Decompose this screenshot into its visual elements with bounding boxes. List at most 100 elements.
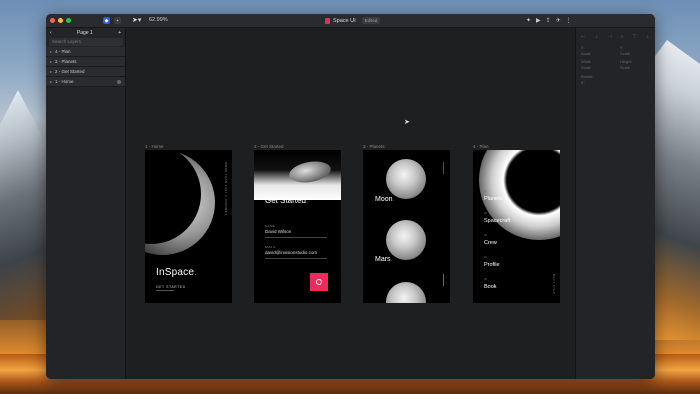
- scroll-indicator: [443, 162, 444, 174]
- alignment-icons: ⊢ ⊥ ⊣ ≡ ⊤ ⊥: [581, 34, 650, 40]
- email-label: EMAIL: [265, 245, 277, 249]
- layers-toggle-icon[interactable]: ◆: [103, 17, 110, 24]
- publish-icon[interactable]: ✈: [556, 17, 561, 24]
- layer-item[interactable]: ▸ 1 - Home: [46, 77, 125, 87]
- inspector-panel: ⊢ ⊥ ⊣ ≡ ⊤ ⊥ X Scale Y Scale Width Scale Height Sc…: [575, 28, 655, 379]
- align-top-icon[interactable]: ⊤: [632, 34, 636, 40]
- menu-item-profile[interactable]: Profile: [484, 262, 500, 268]
- align-bottom-icon[interactable]: ⊥: [646, 34, 650, 40]
- height-field[interactable]: Scale: [620, 65, 650, 70]
- home-marker-icon: [117, 79, 121, 84]
- title-accent: .: [194, 267, 198, 278]
- x-field[interactable]: Scale: [581, 51, 611, 56]
- distribute-icon[interactable]: ≡: [621, 34, 624, 40]
- artboard-label-plan[interactable]: 4 - Plan: [473, 144, 489, 149]
- artboard-get-started[interactable]: Get Started. NAME David Wilson EMAIL dav…: [254, 150, 341, 303]
- artboard-plan[interactable]: 01 Planets 02 Spacecraft 03 Crew 04 Prof…: [473, 150, 560, 303]
- y-field[interactable]: Scale: [620, 51, 650, 56]
- menu-item-planets[interactable]: Planets: [484, 196, 502, 202]
- menu-number: 05: [484, 278, 487, 281]
- size-row: Width Scale Height Scale: [581, 59, 650, 70]
- eclipse-image: [479, 150, 560, 240]
- mars-planet-image: [386, 220, 426, 260]
- caret-right-icon[interactable]: ▸: [50, 49, 52, 54]
- align-right-icon[interactable]: ⊣: [607, 34, 611, 40]
- edited-badge: Edited: [361, 17, 381, 24]
- zoom-level[interactable]: 62.99%: [149, 17, 168, 23]
- mars-text: Mars: [375, 256, 391, 263]
- minimize-button[interactable]: [58, 18, 63, 23]
- caret-right-icon[interactable]: ▸: [50, 59, 52, 64]
- caret-right-icon[interactable]: ▸: [50, 69, 52, 74]
- more-icon[interactable]: ⋮: [566, 17, 572, 24]
- document-title-area: Space UI Edited: [325, 17, 381, 24]
- title-accent: .: [390, 256, 393, 263]
- layer-item[interactable]: ▸ 2 - Get Started: [46, 67, 125, 77]
- layers-panel: ‹ Page 1 + ▸ 4 - Plan ▸ 3 - Planets ▸ 2 …: [46, 28, 126, 379]
- name-underline: [265, 237, 327, 238]
- zoom-button[interactable]: [66, 18, 71, 23]
- name-field[interactable]: David Wilson: [265, 229, 291, 234]
- traffic-lights: [50, 18, 71, 23]
- menu-item-spacecraft[interactable]: Spacecraft: [484, 218, 510, 224]
- components-toggle-icon[interactable]: ▪: [114, 17, 121, 24]
- tagline-vertical: MORE THAN JUST A JOURNEY: [224, 162, 228, 216]
- get-started-link[interactable]: GET STARTED: [156, 285, 186, 289]
- rotate-label: Rotate: [581, 74, 593, 79]
- layer-item[interactable]: ▸ 3 - Planets: [46, 57, 125, 67]
- back-arrow-icon[interactable]: ‹: [50, 30, 52, 36]
- y-label: Y: [620, 45, 623, 50]
- artboard-label-planets[interactable]: 3 - Planets: [363, 144, 385, 149]
- prototype-icon[interactable]: ✦: [526, 17, 531, 24]
- moon-planet-image: [386, 159, 426, 199]
- app-window: ◆ ▪ ➤▾ 62.99% Space UI Edited ✦ ▶ ⇪ ✈ ⋮ …: [46, 14, 655, 379]
- close-button[interactable]: [50, 18, 55, 23]
- layer-label: 1 - Home: [55, 79, 74, 84]
- align-left-icon[interactable]: ⊢: [581, 34, 585, 40]
- align-center-icon[interactable]: ⊥: [594, 34, 598, 40]
- width-label: Width: [581, 59, 592, 64]
- cta-underline: [156, 290, 174, 291]
- artboard-home[interactable]: MORE THAN JUST A JOURNEY InSpace. GET ST…: [145, 150, 232, 303]
- position-row: X Scale Y Scale: [581, 45, 650, 56]
- x-label: X: [581, 45, 584, 50]
- select-tool-icon[interactable]: ➤▾: [132, 16, 141, 24]
- title-bar: ◆ ▪ ➤▾ 62.99% Space UI Edited ✦ ▶ ⇪ ✈ ⋮: [46, 14, 655, 28]
- menu-item-book[interactable]: Book: [484, 284, 497, 290]
- email-underline: [265, 258, 327, 259]
- title-accent: .: [305, 196, 309, 205]
- email-field[interactable]: david@invisionstudio.com: [265, 250, 317, 255]
- canvas[interactable]: ➤ 1 - Home MORE THAN JUST A JOURNEY InSp…: [126, 28, 575, 379]
- title-accent: .: [392, 196, 395, 203]
- moon-label: Moon.: [375, 196, 394, 203]
- width-field[interactable]: Scale: [581, 65, 611, 70]
- get-started-title: Get Started.: [265, 196, 325, 205]
- fingerprint-button[interactable]: [310, 273, 328, 291]
- next-step-vertical: NEXT STEP: [552, 274, 556, 295]
- share-icon[interactable]: ⇪: [546, 17, 551, 24]
- menu-number: 03: [484, 234, 487, 237]
- rotate-row: Rotate 0°: [581, 74, 650, 85]
- scroll-indicator-active: [443, 274, 444, 286]
- rotate-field[interactable]: 0°: [581, 80, 611, 85]
- search-layers-input[interactable]: [49, 38, 123, 46]
- home-title: InSpace.: [156, 267, 197, 278]
- add-page-icon[interactable]: +: [118, 30, 121, 36]
- menu-number: 04: [484, 256, 487, 259]
- fingerprint-icon: [316, 279, 322, 285]
- layer-label: 3 - Planets: [55, 59, 77, 64]
- layer-item[interactable]: ▸ 4 - Plan: [46, 47, 125, 57]
- caret-right-icon[interactable]: ▸: [50, 79, 52, 84]
- artboard-label-get-started[interactable]: 2 - Get Started: [254, 144, 284, 149]
- document-icon: [325, 17, 330, 24]
- title-text: Get Started: [265, 196, 306, 205]
- menu-item-crew[interactable]: Crew: [484, 240, 497, 246]
- artboard-planets[interactable]: Moon. Mars.: [363, 150, 450, 303]
- page-name[interactable]: Page 1: [77, 30, 93, 36]
- page-header: ‹ Page 1 +: [46, 28, 125, 37]
- layer-label: 2 - Get Started: [55, 69, 85, 74]
- artboard-label-home[interactable]: 1 - Home: [145, 144, 164, 149]
- height-label: Height: [620, 59, 632, 64]
- document-title: Space UI: [333, 17, 356, 24]
- play-icon[interactable]: ▶: [536, 17, 541, 24]
